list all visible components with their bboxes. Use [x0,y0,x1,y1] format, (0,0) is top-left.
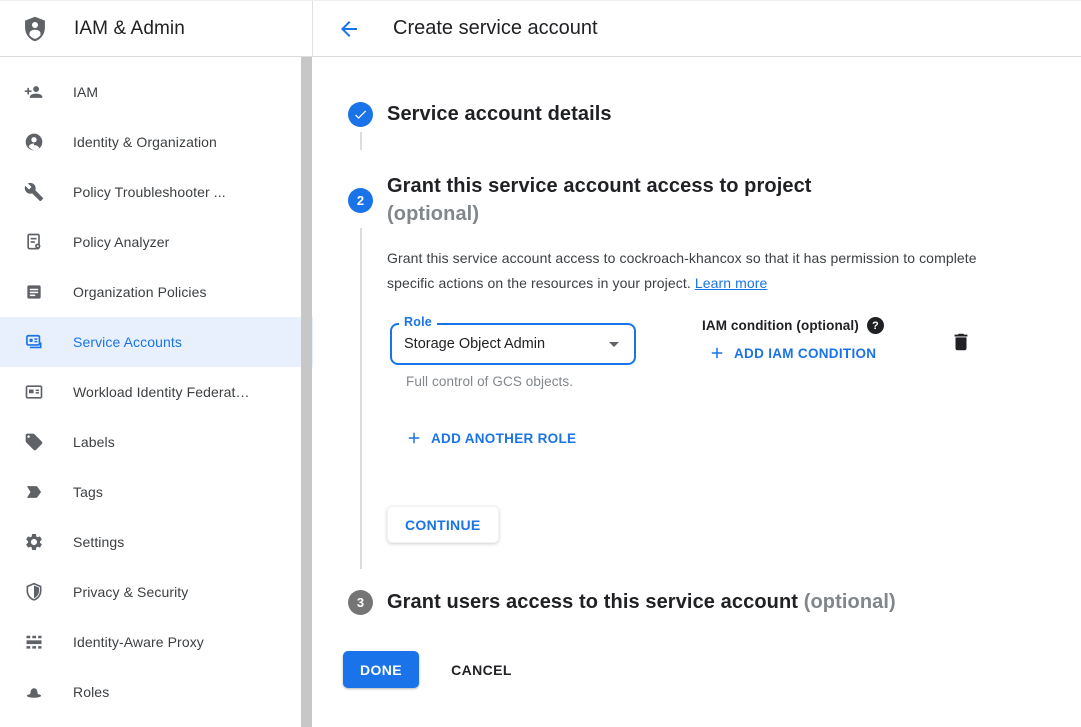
plus-icon [708,344,726,362]
sidebar-item-workload-identity-federation[interactable]: Workload Identity Federat… [0,367,313,417]
iam-admin-app: IAM & Admin Create service account IAM [0,0,1081,727]
role-selected-value: Storage Object Admin [404,336,545,352]
gear-icon [24,532,44,552]
sidebar-item-identity-organization[interactable]: Identity & Organization [0,117,313,167]
role-dropdown[interactable]: Storage Object Admin [390,323,636,365]
sidebar-item-label: Policy Troubleshooter ... [73,184,226,200]
page-title: Create service account [393,17,598,40]
sidebar-item-label: Organization Policies [73,284,207,300]
step-2-header: 2 Grant this service account access to p… [348,172,1081,228]
stepper-connector [348,128,1081,154]
step-3-optional-label: (optional) [804,591,896,613]
sidebar-item-tags[interactable]: Tags [0,467,313,517]
page-header: Create service account [313,1,1081,56]
wrench-icon [24,182,44,202]
chevron-down-icon [602,332,626,356]
person-add-icon [24,82,44,102]
stepper-line [360,228,362,569]
sidebar-item-roles[interactable]: Roles [0,667,313,717]
step-2-body: Grant this service account access to coc… [348,228,1081,569]
step-2-optional-label: (optional) [387,200,887,228]
sidebar-item-policy-troubleshooter[interactable]: Policy Troubleshooter ... [0,167,313,217]
plus-icon [405,429,423,447]
sidebar-scrollbar [300,57,312,727]
role-field-label: Role [399,315,437,329]
sidebar-item-label: Labels [73,434,115,450]
tag-arrow-icon [24,482,44,502]
service-account-icon [24,332,44,352]
check-icon [353,107,368,122]
role-field: Storage Object Admin Role Full control o… [390,323,636,389]
step-1-title: Service account details [387,100,1081,128]
iam-shield-icon [21,13,49,45]
sidebar-item-label: Service Accounts [73,334,182,350]
policy-analyzer-icon [24,232,44,252]
description-text: Grant this service account access to coc… [387,250,977,291]
add-iam-condition-label: ADD IAM CONDITION [734,346,876,361]
sidebar-item-label: Identity-Aware Proxy [73,634,204,650]
sidebar-item-settings[interactable]: Settings [0,517,313,567]
document-lines-icon [24,282,44,302]
sidebar-item-policy-analyzer[interactable]: Policy Analyzer [0,217,313,267]
step-2-badge: 2 [348,188,373,213]
role-helper-text: Full control of GCS objects. [406,374,636,389]
sidebar-item-label: Policy Analyzer [73,234,169,250]
back-arrow-icon[interactable] [337,17,361,41]
sidebar-item-service-accounts[interactable]: Service Accounts [0,317,313,367]
sidebar-item-label: Tags [73,484,103,500]
add-iam-condition-button[interactable]: ADD IAM CONDITION [708,344,912,362]
continue-button[interactable]: CONTINUE [387,506,499,543]
sidebar-item-identity-aware-proxy[interactable]: Identity-Aware Proxy [0,617,313,667]
card-icon [24,382,44,402]
step-3-title-text: Grant users access to this service accou… [387,591,804,613]
sidebar-scrollbar-thumb[interactable] [301,57,312,727]
step-1-complete-badge [348,102,373,127]
step-3-badge: 3 [348,590,373,615]
product-header: IAM & Admin [0,1,313,56]
cancel-button[interactable]: CANCEL [451,662,512,678]
sidebar-item-label: Roles [73,684,109,700]
iam-condition-label: IAM condition (optional) [702,318,859,333]
sidebar-item-privacy-security[interactable]: Privacy & Security [0,567,313,617]
sidebar-item-label: Identity & Organization [73,134,217,150]
learn-more-link[interactable]: Learn more [695,275,768,291]
label-tag-icon [24,432,44,452]
sidebar-item-label: Privacy & Security [73,584,188,600]
step-1-header: Service account details [348,100,1081,128]
sidebar-item-label: Settings [73,534,124,550]
shield-icon [24,582,44,602]
delete-role-icon[interactable] [950,331,972,353]
done-button[interactable]: DONE [343,651,419,688]
create-service-account-form: Service account details 2 Grant this ser… [313,57,1081,727]
top-header: IAM & Admin Create service account [0,0,1081,57]
stepper-line [360,132,362,150]
add-another-role-label: ADD ANOTHER ROLE [431,431,576,446]
role-row: Storage Object Admin Role Full control o… [387,323,1081,389]
help-icon[interactable]: ? [867,317,884,334]
sidebar-item-label: Workload Identity Federat… [73,384,250,400]
iam-condition-block: IAM condition (optional) ? ADD IAM CONDI… [702,317,912,362]
form-footer: DONE CANCEL [343,651,1081,688]
sidebar: IAM Identity & Organization Policy Troub… [0,57,313,727]
sidebar-item-organization-policies[interactable]: Organization Policies [0,267,313,317]
step-3-title: Grant users access to this service accou… [387,588,1081,616]
hat-icon [24,682,44,702]
sidebar-item-iam[interactable]: IAM [0,67,313,117]
sidebar-item-label: IAM [73,84,98,100]
product-title: IAM & Admin [74,18,185,40]
step-2-description: Grant this service account access to coc… [387,246,979,296]
step-3-header: 3 Grant users access to this service acc… [348,588,1081,616]
step-2-title: Grant this service account access to pro… [387,172,887,200]
sidebar-item-labels[interactable]: Labels [0,417,313,467]
account-circle-icon [24,132,44,152]
proxy-rows-icon [24,632,44,652]
add-another-role-button[interactable]: ADD ANOTHER ROLE [405,429,1081,447]
